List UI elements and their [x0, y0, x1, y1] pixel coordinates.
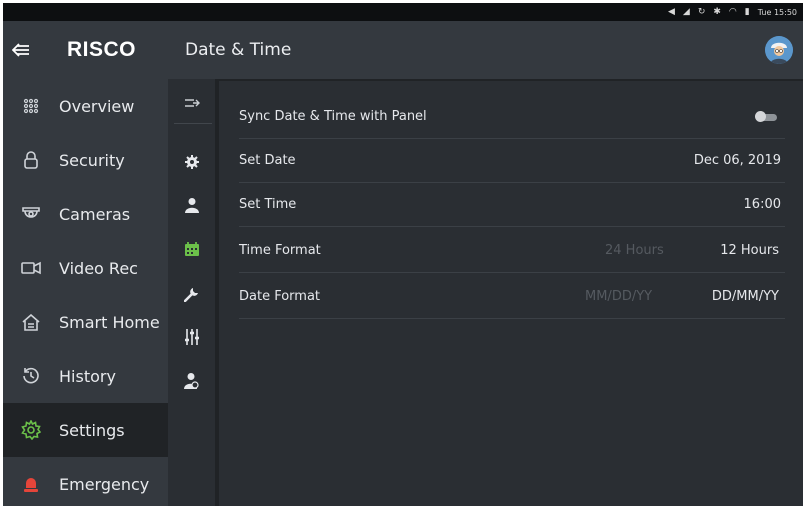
calendar-icon[interactable] — [168, 229, 215, 269]
sidebar-item-label: Emergency — [59, 474, 150, 494]
sidebar-item-label: Smart Home — [59, 312, 160, 332]
siren-icon — [13, 473, 49, 495]
battery-icon: ▮ — [744, 6, 750, 17]
avatar[interactable] — [765, 36, 793, 64]
sliders-icon[interactable] — [168, 317, 215, 357]
user-settings-icon[interactable] — [168, 360, 215, 400]
status-bar: ◀ ◢ ↻ ✱ ◠ ▮ Tue 15:50 — [3, 3, 803, 21]
sidebar-header: RISCO — [3, 21, 168, 79]
sidebar-item-history[interactable]: History — [3, 349, 168, 403]
time-format-option-24h[interactable]: 24 Hours — [605, 243, 664, 258]
home-icon — [13, 311, 49, 333]
sidebar-item-overview[interactable]: Overview — [3, 79, 168, 133]
sidebar-item-smart-home[interactable]: Smart Home — [3, 295, 168, 349]
general-settings-icon[interactable] — [168, 142, 215, 182]
set-time-value[interactable]: 16:00 — [744, 197, 781, 212]
date-time-settings-panel: Sync Date & Time with Panel Set Date Dec… — [219, 81, 803, 506]
volume-icon: ◀ — [667, 6, 675, 17]
toggle-knob — [755, 111, 766, 122]
set-date-label: Set Date — [239, 153, 296, 168]
sidebar-item-settings[interactable]: Settings — [3, 403, 168, 457]
sidebar: RISCO Overview Security Cameras Video Re — [3, 21, 168, 506]
sidebar-item-label: History — [59, 366, 116, 386]
sidebar-item-label: Video Rec — [59, 258, 138, 278]
sync-label: Sync Date & Time with Panel — [239, 109, 427, 124]
wrench-icon[interactable] — [168, 274, 215, 314]
time-format-option-12h[interactable]: 12 Hours — [720, 243, 779, 258]
sidebar-item-video-rec[interactable]: Video Rec — [3, 241, 168, 295]
date-format-option-mmddyy[interactable]: MM/DD/YY — [585, 289, 652, 304]
sync-toggle[interactable] — [755, 111, 777, 122]
user-icon[interactable] — [168, 185, 215, 225]
page-header: Date & Time — [168, 21, 803, 79]
strip-divider — [174, 123, 212, 124]
status-time: Tue 15:50 — [757, 7, 797, 17]
set-time-label: Set Time — [239, 197, 297, 212]
sync-icon: ↻ — [697, 6, 706, 17]
sidebar-item-label: Settings — [59, 420, 125, 440]
expand-menu-icon[interactable] — [168, 83, 215, 123]
signal-icon: ◢ — [682, 6, 690, 17]
camera-icon — [13, 203, 49, 225]
sidebar-item-emergency[interactable]: Emergency — [3, 457, 168, 506]
sidebar-item-security[interactable]: Security — [3, 133, 168, 187]
wifi-icon: ◠ — [728, 6, 737, 17]
date-format-label: Date Format — [239, 289, 321, 304]
lock-icon — [13, 149, 49, 171]
sidebar-item-label: Cameras — [59, 204, 131, 224]
sidebar-item-label: Overview — [59, 96, 135, 116]
date-format-row: Date Format MM/DD/YY DD/MM/YY — [239, 275, 785, 319]
gear-icon — [13, 419, 49, 441]
set-date-row[interactable]: Set Date Dec 06, 2019 — [239, 139, 785, 183]
set-time-row[interactable]: Set Time 16:00 — [239, 183, 785, 227]
set-date-value[interactable]: Dec 06, 2019 — [694, 153, 781, 168]
sidebar-item-cameras[interactable]: Cameras — [3, 187, 168, 241]
page-title: Date & Time — [185, 40, 292, 60]
video-icon — [13, 257, 49, 279]
time-format-label: Time Format — [239, 243, 321, 258]
history-icon — [13, 365, 49, 387]
sidebar-item-label: Security — [59, 150, 125, 170]
time-format-row: Time Format 24 Hours 12 Hours — [239, 229, 785, 273]
back-arrow-icon[interactable] — [3, 21, 39, 79]
device-screen: ◀ ◢ ↻ ✱ ◠ ▮ Tue 15:50 RISCO Overview Sec… — [3, 3, 803, 506]
risco-logo: RISCO — [67, 38, 137, 61]
bluetooth-icon: ✱ — [713, 6, 721, 17]
sync-date-time-row[interactable]: Sync Date & Time with Panel — [239, 95, 785, 139]
date-format-option-ddmmyy[interactable]: DD/MM/YY — [712, 289, 779, 304]
grid-icon — [13, 95, 49, 117]
settings-icon-strip — [168, 79, 215, 506]
